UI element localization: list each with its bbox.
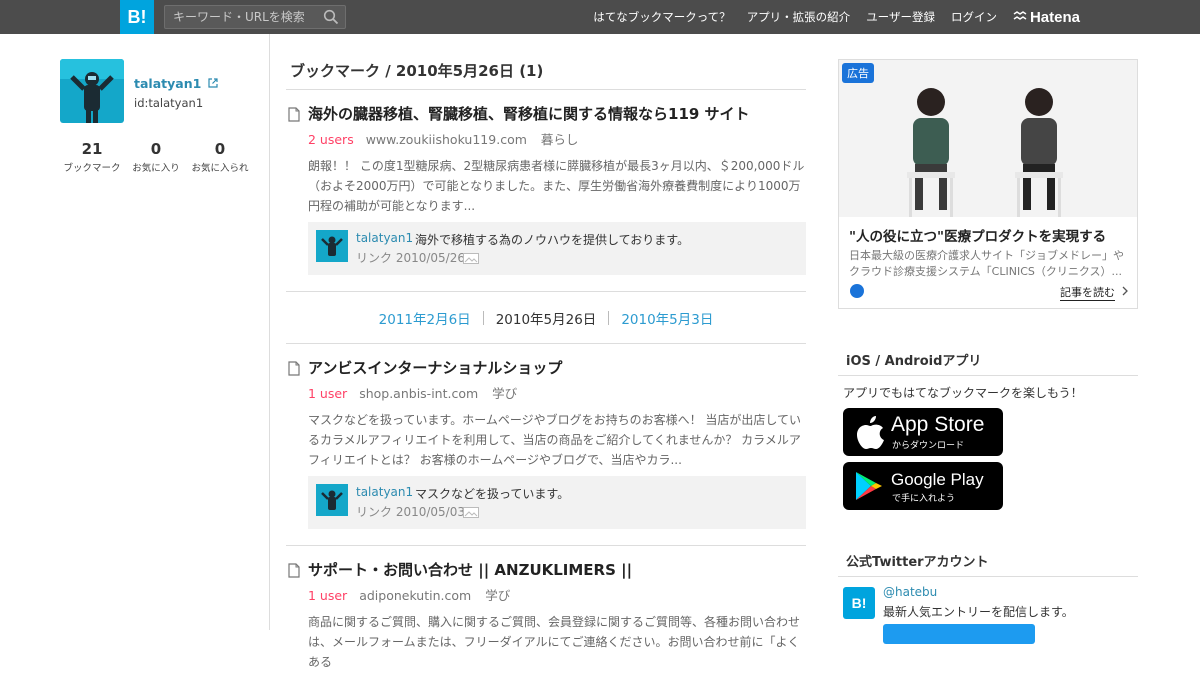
nav-about[interactable]: はてなブックマークって？	[593, 9, 730, 25]
ad-read-more[interactable]: 記事を読む	[1060, 284, 1115, 301]
stat-favorites[interactable]: 0 お気に入り	[124, 140, 188, 174]
profile-stats: 21 ブックマーク 0 お気に入り 0 お気に入られ	[60, 140, 252, 174]
comment-text: マスクなどを扱っています。	[415, 487, 570, 501]
google-play-sublabel: で手に入れよう	[892, 494, 956, 504]
stat-label: ブックマーク	[63, 163, 121, 174]
search-input[interactable]	[165, 6, 315, 28]
ad-info-icon[interactable]	[850, 284, 864, 298]
entry-users[interactable]: 1 user	[308, 588, 347, 603]
hatena-logo-text: Hatena	[1029, 8, 1080, 26]
top-header: B! はてなブックマークって？ アプリ・拡張の紹介 ユーザー登録 ログイン Ha…	[0, 0, 1200, 34]
app-store-label: App Store	[891, 413, 985, 436]
diver-photo	[316, 484, 348, 516]
stat-label: お気に入られ	[191, 163, 249, 174]
pager-separator	[482, 310, 484, 325]
hatena-logo[interactable]: Hatena	[1013, 9, 1080, 26]
twitter-follow-button[interactable]	[883, 624, 1035, 644]
stat-favorited[interactable]: 0 お気に入られ	[188, 140, 252, 174]
stat-value: 0	[214, 140, 226, 158]
google-play-button[interactable]: Google Play で手に入れよう	[843, 462, 1003, 510]
entry-domain[interactable]: shop.anbis-int.com	[359, 386, 478, 401]
nav-login[interactable]: ログイン	[951, 9, 997, 25]
document-icon	[288, 563, 300, 578]
user-comment: talatyan1 海外で移植する為のノウハウを提供しております。 リンク 20…	[308, 222, 806, 275]
avatar[interactable]	[60, 59, 124, 123]
entry-title[interactable]: 海外の臓器移植、腎臓移植、腎移植に関する情報なら119 サイト	[308, 105, 750, 123]
bookmark-entry: 海外の臓器移植、腎臓移植、腎移植に関する情報なら119 サイト 2 users …	[286, 90, 806, 292]
comment-avatar[interactable]	[316, 484, 348, 516]
entry-description: 商品に関するご質問、購入に関するご質問、会員登録に関するご質問等、各種お問い合わ…	[308, 615, 801, 669]
entry-domain[interactable]: www.zoukiishoku119.com	[366, 132, 527, 147]
twitter-account-logo[interactable]: B!	[843, 587, 875, 619]
nav-register[interactable]: ユーザー登録	[866, 9, 935, 25]
stat-value: 0	[150, 140, 162, 158]
ad-photo	[839, 60, 1137, 217]
entry-description: 朗報！！ この度1型糖尿病、2型糖尿病患者様に膵臓移植が最長3ヶ月以内、＄200…	[308, 159, 805, 213]
entry-category[interactable]: 学び	[492, 386, 517, 401]
apple-icon	[857, 416, 884, 449]
twitter-description: 最新人気エントリーを配信します。	[883, 605, 1074, 619]
google-play-label: Google Play	[891, 470, 984, 489]
comment-text: 海外で移植する為のノウハウを提供しております。	[415, 233, 690, 247]
twitter-handle[interactable]: @hatebu	[883, 585, 937, 599]
document-icon	[288, 107, 300, 122]
image-icon[interactable]	[463, 507, 479, 518]
entry-users[interactable]: 1 user	[308, 386, 347, 401]
bookmark-entry: サポート・お問い合わせ || ANZUKLIMERS || 1 user adi…	[286, 546, 806, 688]
ad-headline[interactable]: "人の役に立つ"医療プロダクトを実現する	[849, 225, 1106, 245]
bookmark-list: ブックマーク / 2010年5月26日 (1) 海外の臓器移植、腎臓移植、腎移植…	[286, 34, 806, 688]
page-title: ブックマーク / 2010年5月26日 (1)	[286, 60, 806, 90]
external-link-icon	[208, 78, 218, 88]
pager-current: 2010年5月26日	[495, 311, 597, 328]
search-icon[interactable]	[323, 9, 339, 25]
search-box	[164, 5, 346, 29]
comment-avatar[interactable]	[316, 230, 348, 262]
entry-title[interactable]: サポート・お問い合わせ || ANZUKLIMERS ||	[308, 561, 632, 579]
entry-meta: 1 user shop.anbis-int.com 学び	[308, 383, 806, 402]
document-icon	[288, 361, 300, 376]
comment-date[interactable]: リンク 2010/05/03	[356, 503, 465, 520]
twitter-section-title: 公式Twitterアカウント	[838, 551, 1138, 577]
comment-user[interactable]: talatyan1	[356, 485, 413, 499]
nav-apps[interactable]: アプリ・拡張の紹介	[747, 9, 851, 25]
ad-badge: 広告	[842, 63, 874, 83]
date-pager: 2011年2月6日 2010年5月26日 2010年5月3日	[286, 292, 806, 344]
stat-value: 21	[81, 140, 103, 158]
ad-card[interactable]: 広告 "人の役に立つ"医療プロダクトを実現する 日本最大級の医療介護求人サイト「…	[838, 59, 1138, 309]
profile-panel: talatyan1 id:talatyan1 21 ブックマーク 0 お気に入り…	[0, 34, 270, 630]
hatena-bookmark-logo[interactable]: B!	[120, 0, 154, 34]
image-icon[interactable]	[463, 253, 479, 264]
entry-category[interactable]: 暮らし	[541, 132, 579, 147]
user-name-link[interactable]: talatyan1	[134, 76, 218, 91]
comment-date[interactable]: リンク 2010/05/26	[356, 249, 465, 266]
user-id: id:talatyan1	[134, 96, 204, 110]
stat-bookmarks[interactable]: 21 ブックマーク	[60, 140, 124, 174]
entry-meta: 2 users www.zoukiishoku119.com 暮らし	[308, 129, 806, 148]
entry-title[interactable]: アンビスインターナショナルショップ	[308, 359, 562, 377]
app-store-sublabel: からダウンロード	[892, 441, 965, 451]
user-comment: talatyan1 マスクなどを扱っています。 リンク 2010/05/03	[308, 476, 806, 529]
pager-next[interactable]: 2010年5月3日	[621, 308, 713, 328]
comment-user[interactable]: talatyan1	[356, 231, 413, 245]
bookmark-entry: アンビスインターナショナルショップ 1 user shop.anbis-int.…	[286, 344, 806, 546]
hatena-mark-icon	[1013, 11, 1027, 20]
entry-users[interactable]: 2 users	[308, 132, 354, 147]
entry-domain[interactable]: adiponekutin.com	[359, 588, 471, 603]
diver-photo	[316, 230, 348, 262]
pager-separator	[608, 310, 610, 325]
stat-label: お気に入り	[132, 163, 180, 174]
apps-text: アプリでもはてなブックマークを楽しもう！	[843, 386, 1083, 400]
entry-category[interactable]: 学び	[485, 588, 510, 603]
header-nav: はてなブックマークって？ アプリ・拡張の紹介 ユーザー登録 ログイン Haten…	[577, 0, 1080, 34]
apps-section-title: iOS / Androidアプリ	[838, 350, 1138, 376]
pager-prev[interactable]: 2011年2月6日	[379, 308, 471, 328]
diver-photo	[60, 59, 124, 123]
app-store-button[interactable]: App Store からダウンロード	[843, 408, 1003, 456]
entry-meta: 1 user adiponekutin.com 学び	[308, 585, 806, 604]
entry-description: マスクなどを扱っています。ホームページやブログをお持ちのお客様へ！ 当店が出店し…	[308, 413, 802, 467]
ad-subtext: 日本最大級の医療介護求人サイト「ジョブメドレー」やクラウド診療支援システム「CL…	[849, 249, 1124, 278]
user-name: talatyan1	[134, 76, 202, 91]
google-play-icon	[856, 472, 882, 500]
chevron-right-icon	[1122, 286, 1128, 296]
